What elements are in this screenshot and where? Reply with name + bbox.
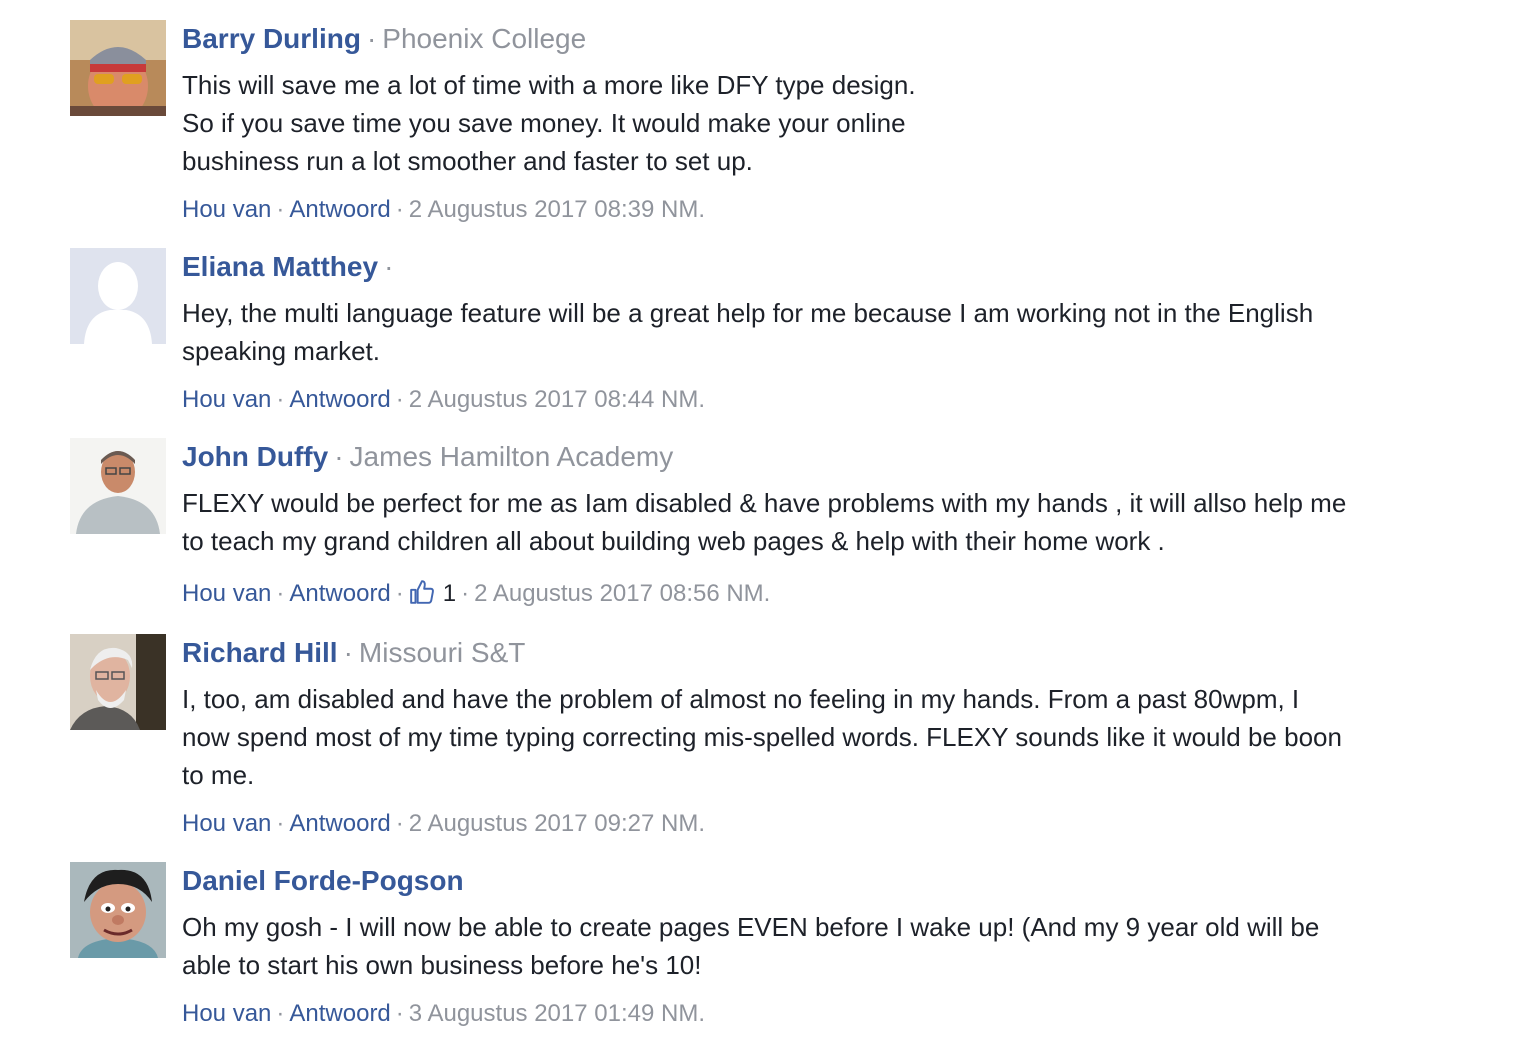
author-name-link[interactable]: Daniel Forde-Pogson: [182, 865, 464, 896]
separator-dot: ·: [395, 196, 404, 223]
separator-dot: ·: [366, 23, 377, 54]
avatar[interactable]: [70, 20, 166, 116]
comment-header: Daniel Forde-Pogson: [182, 862, 1482, 900]
reply-link[interactable]: Antwoord: [289, 810, 390, 837]
author-name-link[interactable]: Barry Durling: [182, 23, 361, 54]
author-name-link[interactable]: Richard Hill: [182, 637, 338, 668]
profile-photo-icon: [70, 862, 166, 958]
author-affiliation-link[interactable]: Missouri S&T: [359, 637, 525, 668]
like-link[interactable]: Hou van: [182, 580, 271, 607]
comment-text: Hey, the multi language feature will be …: [182, 298, 1314, 366]
separator-dot: ·: [276, 196, 285, 223]
author-name-link[interactable]: John Duffy: [182, 441, 328, 472]
like-link[interactable]: Hou van: [182, 386, 271, 413]
comment-content: John Duffy · James Hamilton Academy FLEXY …: [182, 438, 1482, 610]
comment-timestamp[interactable]: 2 Augustus 2017 08:56 NM.: [474, 580, 770, 607]
comment-actions: Hou van · Antwoord · 2 Augustus 2017 09:27 N…: [182, 808, 1482, 840]
reply-link[interactable]: Antwoord: [289, 196, 390, 223]
separator-dot: ·: [395, 580, 404, 607]
comment-content: Richard Hill · Missouri S&T I, too, am dis…: [182, 634, 1482, 840]
like-count: 1: [442, 580, 457, 607]
avatar[interactable]: [70, 438, 166, 534]
comment-header: Richard Hill · Missouri S&T: [182, 634, 1482, 672]
comment-actions: Hou van · Antwoord · 2 Augustus 2017 08:39 N…: [182, 194, 1482, 226]
default-profile-silhouette-icon: [70, 248, 166, 344]
comment-text: Oh my gosh - I will now be able to creat…: [182, 912, 1320, 980]
reply-link[interactable]: Antwoord: [289, 386, 390, 413]
reply-link[interactable]: Antwoord: [289, 1000, 390, 1027]
comment-timestamp[interactable]: 3 Augustus 2017 01:49 NM.: [409, 1000, 705, 1027]
comment-actions: Hou van · Antwoord · 2 Augustus 2017 08:44 N…: [182, 384, 1482, 416]
comment-timestamp[interactable]: 2 Augustus 2017 08:44 NM.: [409, 386, 705, 413]
separator-dot: ·: [395, 1000, 404, 1027]
profile-photo-icon: [70, 20, 166, 116]
avatar[interactable]: [70, 248, 166, 344]
comment-text: FLEXY would be perfect for me as Iam dis…: [182, 488, 1347, 556]
like-link[interactable]: Hou van: [182, 196, 271, 223]
comment-header: Eliana Matthey ·: [182, 248, 1482, 286]
separator-dot: ·: [343, 637, 353, 668]
profile-photo-icon: [70, 634, 166, 730]
comment-header: Barry Durling · Phoenix College: [182, 20, 1482, 58]
separator-dot: ·: [461, 580, 470, 607]
reply-link[interactable]: Antwoord: [289, 580, 390, 607]
like-count-button[interactable]: 1: [409, 580, 456, 607]
separator-dot: ·: [395, 810, 404, 837]
comment-content: Barry Durling · Phoenix College This will …: [182, 20, 1482, 226]
separator-dot: ·: [276, 810, 285, 837]
like-link[interactable]: Hou van: [182, 1000, 271, 1027]
comment-content: Eliana Matthey · Hey, the multi language …: [182, 248, 1482, 416]
comment-text: This will save me a lot of time with a m…: [182, 70, 916, 176]
comment-text: I, too, am disabled and have the problem…: [182, 684, 1342, 790]
comment-content: Daniel Forde-Pogson Oh my gosh - I will …: [182, 862, 1482, 1030]
separator-dot: ·: [276, 1000, 285, 1027]
like-link[interactable]: Hou van: [182, 810, 271, 837]
separator-dot: ·: [334, 441, 344, 472]
separator-dot: ·: [395, 386, 404, 413]
comment-header: John Duffy · James Hamilton Academy: [182, 438, 1482, 476]
comment-actions: Hou van · Antwoord · 3 Augustus 2017 01:49 N…: [182, 998, 1482, 1030]
separator-dot: ·: [276, 386, 285, 413]
comment-timestamp[interactable]: 2 Augustus 2017 09:27 NM.: [409, 810, 705, 837]
separator-dot: ·: [384, 251, 394, 282]
avatar[interactable]: [70, 862, 166, 958]
separator-dot: ·: [276, 580, 285, 607]
thumbs-up-icon: [409, 580, 434, 604]
profile-photo-icon: [70, 438, 166, 534]
author-affiliation-link[interactable]: Phoenix College: [382, 23, 586, 54]
author-affiliation-link[interactable]: James Hamilton Academy: [350, 441, 674, 472]
author-name-link[interactable]: Eliana Matthey: [182, 251, 378, 282]
avatar[interactable]: [70, 634, 166, 730]
comment-actions: Hou van · Antwoord · 1 · 2 Augustus 2017 08:56…: [182, 578, 1482, 610]
comment-timestamp[interactable]: 2 Augustus 2017 08:39 NM.: [409, 196, 705, 223]
